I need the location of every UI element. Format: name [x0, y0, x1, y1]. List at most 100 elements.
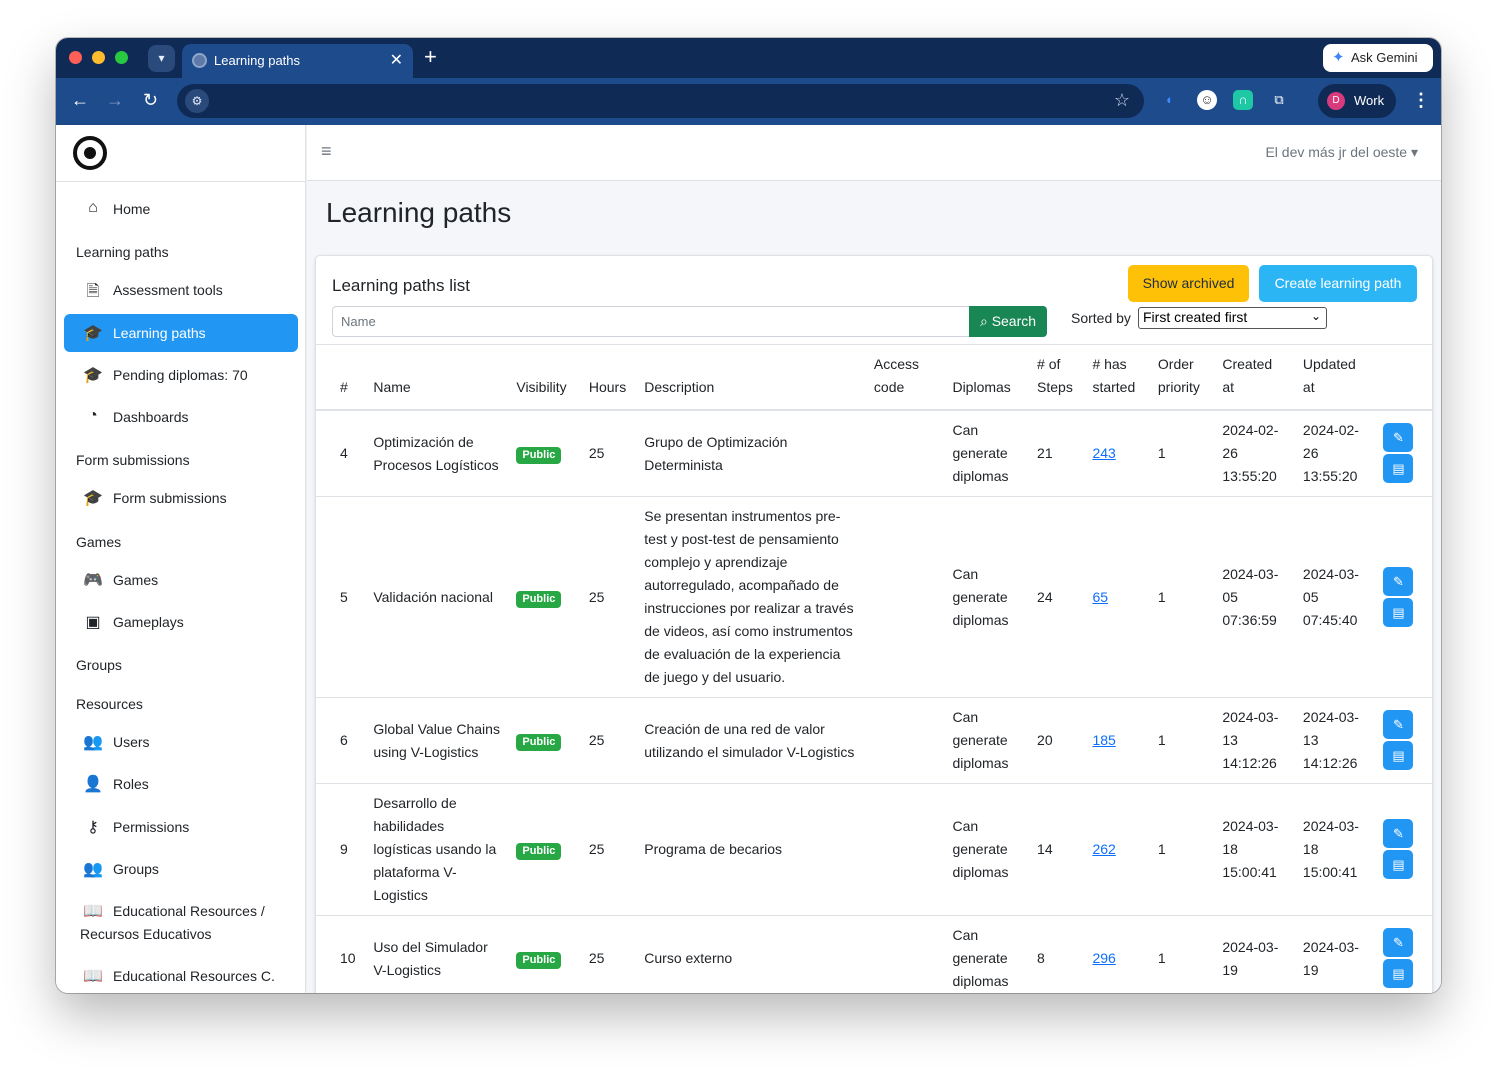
started-count-link[interactable]: 185: [1092, 732, 1115, 748]
sidebar-item-label: Users: [113, 734, 150, 750]
sidebar-header-groups: Groups: [76, 657, 122, 673]
tab-strip: ▾ Learning paths ✕ + ✦ Ask Gemini: [56, 38, 1441, 78]
site-settings-icon[interactable]: ⚙: [185, 89, 209, 113]
edit-button[interactable]: ✎: [1383, 423, 1414, 452]
sidebar-item-home[interactable]: ⌂ Home: [64, 190, 298, 228]
sidebar-item-assessment-tools[interactable]: 🗎 Assessment tools: [64, 271, 298, 309]
sidebar-item-educational-resources-c[interactable]: 📖 Educational Resources C.: [64, 957, 298, 993]
ask-gemini-button[interactable]: ✦ Ask Gemini: [1323, 44, 1433, 72]
archive-button[interactable]: ▤: [1383, 597, 1414, 627]
cell-priority: 1: [1149, 915, 1215, 993]
cell-priority: 1: [1149, 697, 1215, 784]
sidebar-item-gameplays[interactable]: ▣ Gameplays: [64, 603, 298, 641]
back-arrow-icon[interactable]: ←: [71, 90, 89, 111]
sidebar-item-permissions[interactable]: ⚷ Permissions: [64, 808, 298, 846]
archive-button[interactable]: ▤: [1383, 454, 1414, 483]
extension-face-icon[interactable]: ☺: [1197, 90, 1217, 110]
cell-updated: 2024-03-13 14:12:26: [1294, 697, 1376, 784]
close-tab-icon[interactable]: ✕: [390, 50, 403, 70]
table-row: 5 Validación nacional Public 25 Se prese…: [316, 496, 1432, 698]
column-header-created-at: Created at: [1214, 345, 1295, 411]
archive-button[interactable]: ▤: [1383, 850, 1414, 879]
browser-menu-icon[interactable]: ⋮: [1412, 90, 1430, 111]
brand-logo: [73, 136, 107, 170]
reload-icon[interactable]: ↻: [143, 90, 158, 111]
sidebar-item-learning-paths[interactable]: 🎓 Learning paths: [64, 314, 298, 352]
archive-icon: ▤: [1392, 748, 1405, 763]
cell-actions: ✎ ▤: [1375, 915, 1432, 993]
cell-name: Validación nacional: [365, 496, 509, 698]
sidebar-item-pending-diplomas[interactable]: 🎓 Pending diplomas: 70: [64, 356, 298, 394]
sidebar-item-label: Games: [113, 572, 159, 588]
cell-started: 65: [1084, 496, 1150, 698]
sidebar-item-games[interactable]: 🎮 Games: [64, 561, 298, 599]
graduation-cap-icon: 🎓: [83, 367, 103, 384]
profile-button[interactable]: D Work: [1318, 84, 1396, 118]
cell-diplomas: Can generate diplomas: [944, 496, 1030, 698]
maximize-window-button[interactable]: [115, 51, 128, 64]
edit-button[interactable]: ✎: [1383, 566, 1414, 596]
sort-select[interactable]: First created first ⌄: [1138, 307, 1327, 329]
edit-button[interactable]: ✎: [1383, 710, 1414, 739]
cell-id: 6: [316, 697, 366, 784]
show-archived-button[interactable]: Show archived: [1128, 265, 1249, 302]
cell-created: 2024-03-18 15:00:41: [1214, 783, 1295, 916]
started-count-link[interactable]: 243: [1092, 445, 1115, 461]
brand[interactable]: [56, 125, 305, 182]
sidebar-item-label: Educational Resources / Recursos Educati…: [80, 903, 265, 942]
name-search-input[interactable]: Name: [332, 306, 970, 337]
address-bar[interactable]: ⚙ ☆: [177, 84, 1144, 118]
browser-tab[interactable]: Learning paths ✕: [182, 44, 413, 78]
cell-steps: 21: [1029, 410, 1085, 497]
tab-search-chevron-icon[interactable]: ▾: [148, 45, 175, 72]
learning-paths-card: Learning paths list Show archived Create…: [315, 255, 1433, 993]
extension-c-icon[interactable]: ◐: [1160, 90, 1180, 110]
cell-name: Desarrollo de habilidades logísticas usa…: [365, 783, 509, 916]
sidebar-item-users[interactable]: 👥 Users: [64, 723, 298, 761]
sidebar-item-label: Home: [113, 201, 151, 217]
sidebar-item-roles[interactable]: 👤 Roles: [64, 765, 298, 803]
sidebar: ⌂ Home Learning paths 🗎 Assessment tools…: [56, 125, 306, 993]
cell-hours: 25: [580, 697, 637, 784]
graduation-cap-icon: 🎓: [83, 325, 103, 342]
create-learning-path-button[interactable]: Create learning path: [1259, 265, 1417, 302]
save-icon: ▣: [85, 614, 101, 631]
sidebar-item-form-submissions[interactable]: 🎓 Form submissions: [64, 479, 298, 517]
edit-button[interactable]: ✎: [1383, 928, 1414, 957]
edit-icon: ✎: [1393, 826, 1404, 841]
started-count-link[interactable]: 65: [1092, 589, 1108, 605]
search-button[interactable]: ⌕ Search: [969, 306, 1047, 337]
edit-button[interactable]: ✎: [1383, 819, 1414, 848]
archive-button[interactable]: ▤: [1383, 741, 1414, 770]
sidebar-item-label: Groups: [113, 861, 159, 877]
cell-hours: 25: [580, 915, 637, 993]
started-count-link[interactable]: 296: [1092, 950, 1115, 966]
sidebar-item-groups[interactable]: 👥 Groups: [64, 850, 298, 888]
caret-down-icon: ▾: [1410, 144, 1418, 160]
cell-name: Optimización de Procesos Logísticos: [365, 410, 509, 497]
started-count-link[interactable]: 262: [1092, 841, 1115, 857]
hamburger-menu-icon[interactable]: ≡: [321, 141, 332, 162]
cell-access-code: [865, 783, 945, 916]
minimize-window-button[interactable]: [92, 51, 105, 64]
profile-avatar: D: [1327, 92, 1345, 110]
user-menu-dropdown[interactable]: El dev más jr del oeste ▾: [1265, 144, 1418, 161]
cell-id: 4: [316, 410, 366, 497]
public-badge: Public: [516, 447, 562, 464]
archive-button[interactable]: ▤: [1383, 959, 1414, 988]
extension-arch-icon[interactable]: ∩: [1233, 90, 1253, 110]
close-window-button[interactable]: [69, 51, 82, 64]
sidebar-item-dashboards[interactable]: ◔ Dashboards: [64, 398, 298, 436]
forward-arrow-icon[interactable]: →: [106, 90, 124, 111]
bookmark-star-icon[interactable]: ☆: [1114, 90, 1130, 111]
new-tab-button[interactable]: +: [424, 44, 437, 70]
favicon-icon: [192, 53, 207, 68]
cell-visibility: Public: [508, 783, 581, 916]
column-header-access-code: Access code: [865, 345, 945, 411]
sidebar-item-educational-resources[interactable]: 📖 Educational Resources / Recursos Educa…: [64, 892, 298, 942]
sidebar-item-label: Form submissions: [113, 490, 227, 506]
sidebar-item-label: Roles: [113, 776, 149, 792]
extensions-puzzle-icon[interactable]: ⧉: [1269, 90, 1289, 110]
card-title: Learning paths list: [332, 276, 470, 295]
cell-visibility: Public: [508, 410, 581, 497]
